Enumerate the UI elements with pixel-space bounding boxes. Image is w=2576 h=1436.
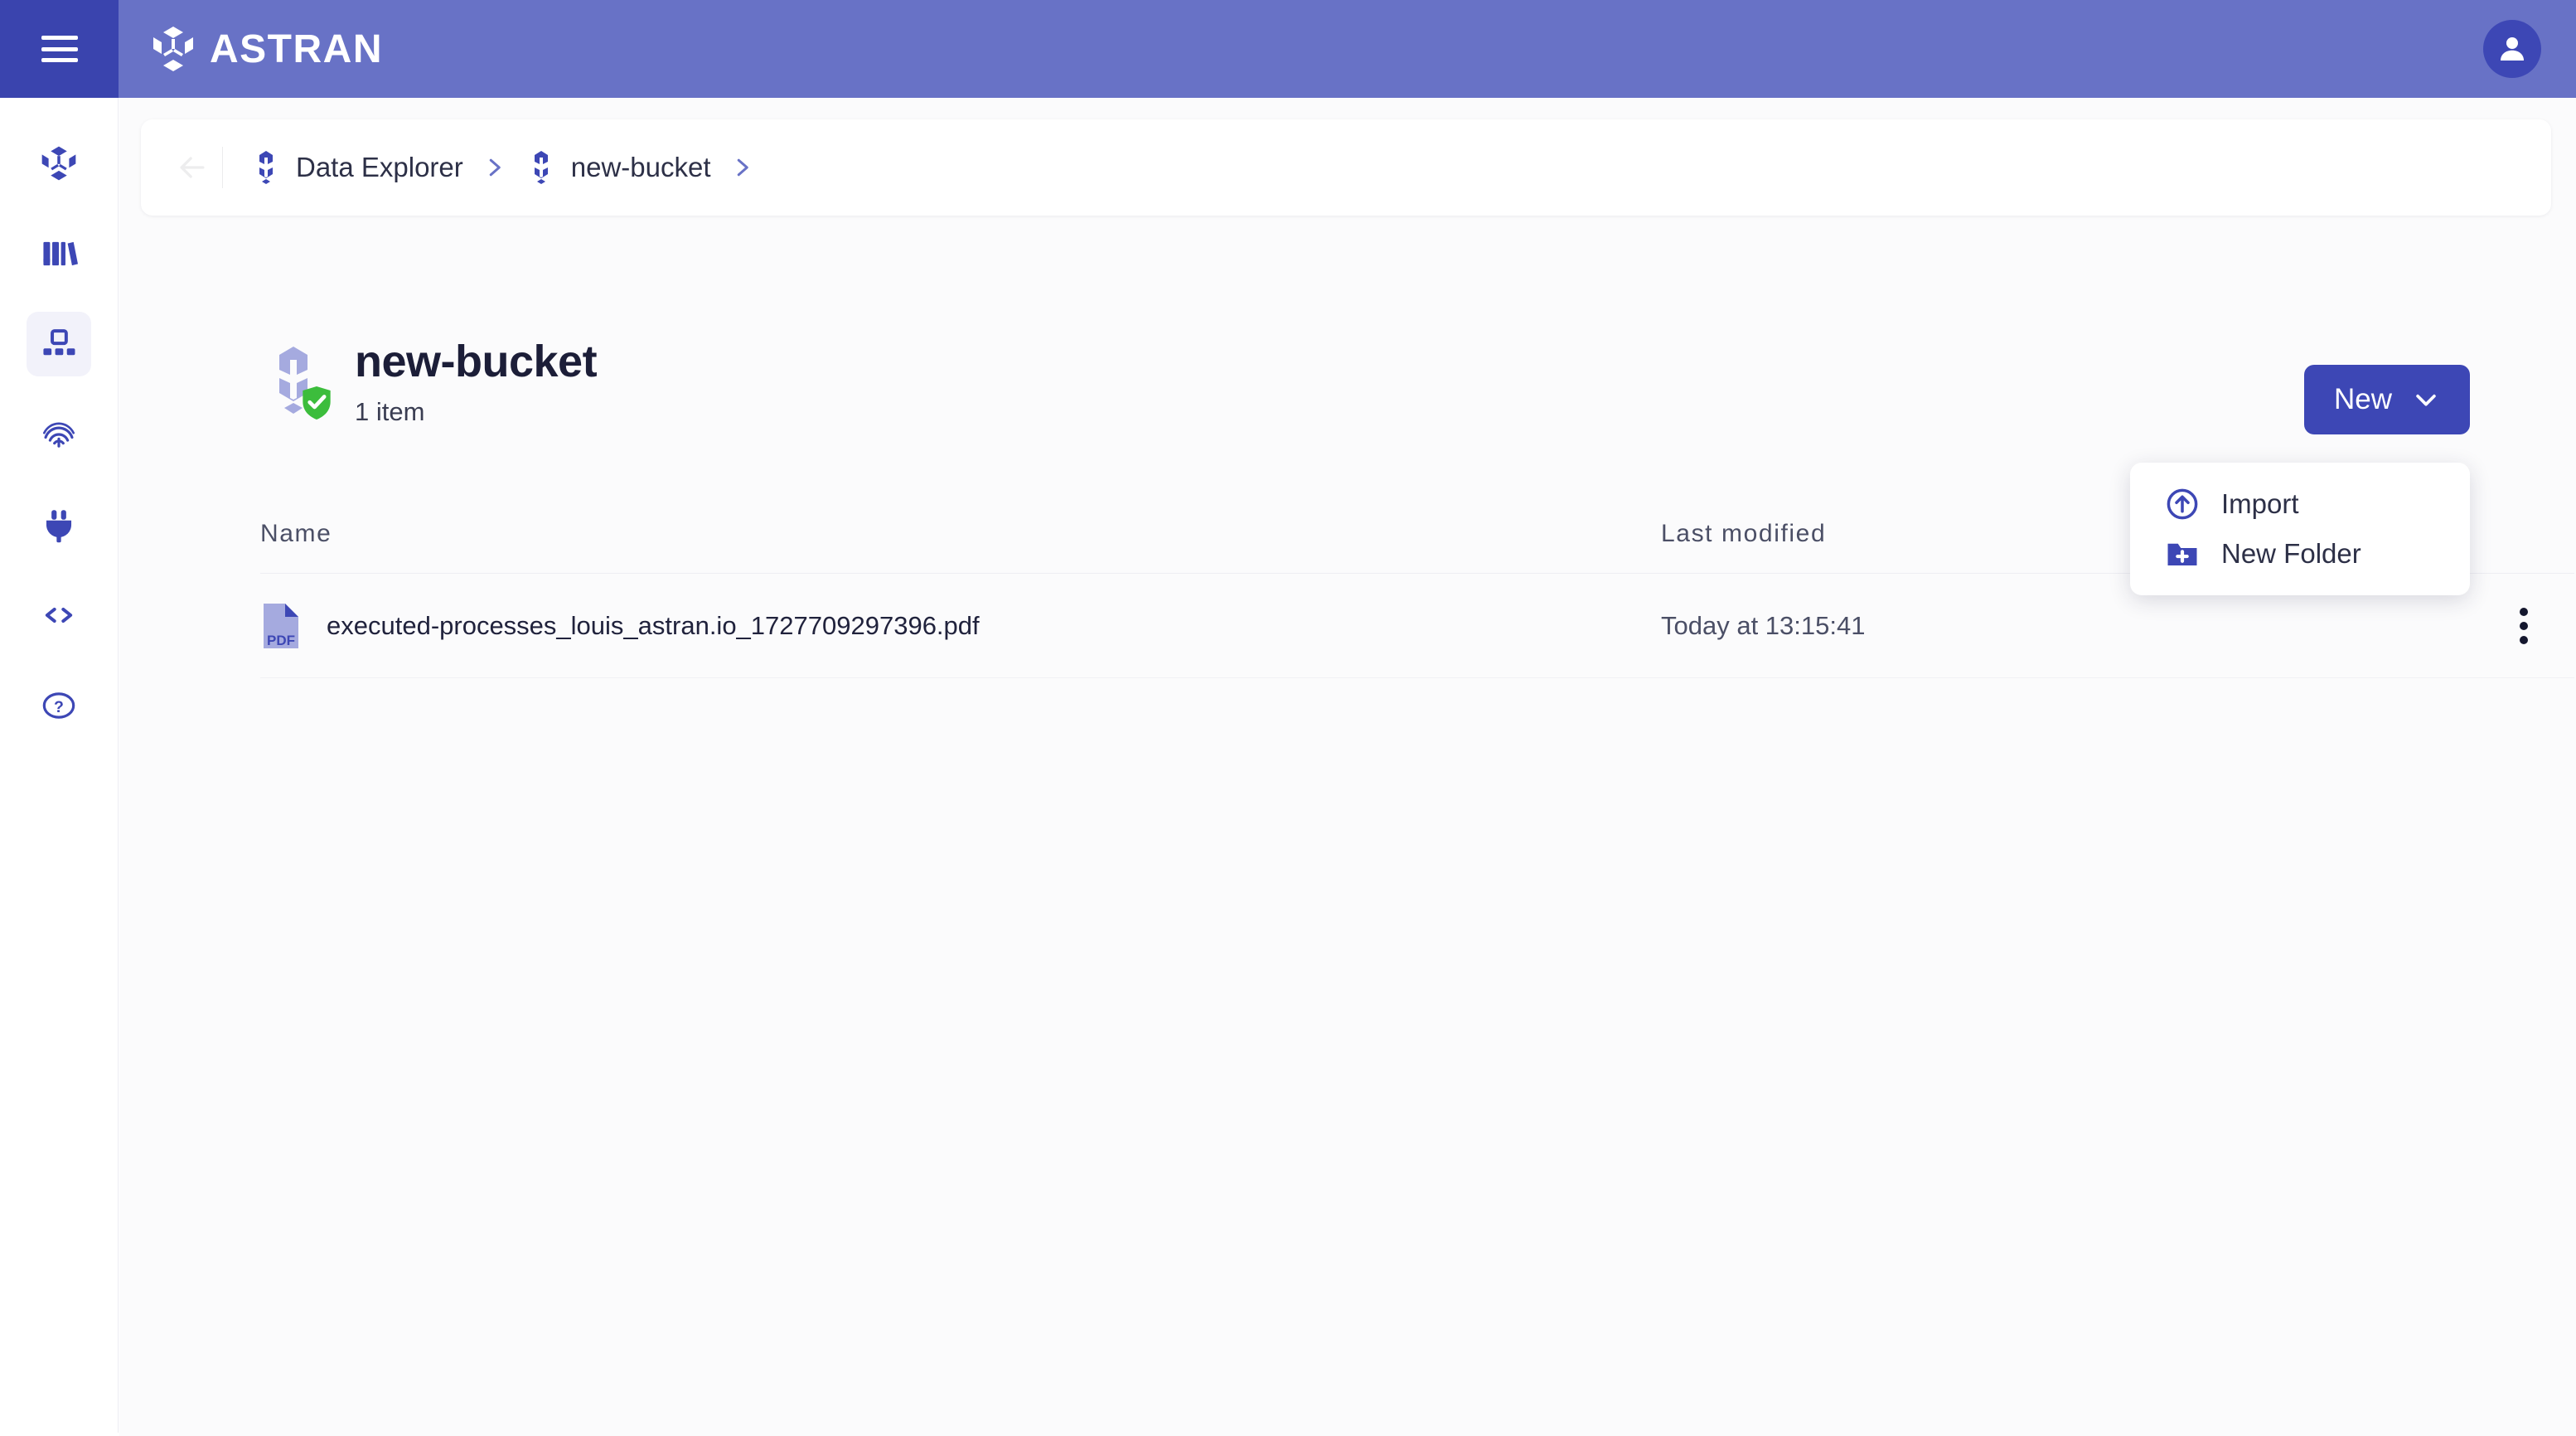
column-header-name: Name — [260, 519, 332, 547]
sidebar-item-library[interactable] — [27, 221, 91, 286]
back-button[interactable] — [169, 144, 215, 191]
breadcrumb-chevron-icon — [729, 153, 754, 182]
circle-arrow-up-icon — [2167, 488, 2198, 520]
hamburger-menu-button[interactable] — [0, 0, 119, 98]
svg-text:PDF: PDF — [267, 633, 295, 648]
sidebar-item-connectors[interactable] — [27, 492, 91, 557]
sidebar-item-data-explorer[interactable] — [27, 312, 91, 376]
page-header: new-bucket 1 item — [260, 337, 598, 427]
page-title: new-bucket — [355, 337, 598, 386]
hamburger-icon — [41, 36, 78, 62]
user-avatar-icon — [2501, 37, 2524, 61]
app-root: ASTRAN ? Data Explorer new-bucket new-bu… — [0, 0, 2576, 1436]
cell-actions — [2341, 604, 2574, 648]
breadcrumb-label: Data Explorer — [296, 152, 463, 182]
breadcrumb-item-data-explorer[interactable]: Data Explorer — [249, 149, 463, 186]
pdf-file-icon: PDF — [264, 603, 298, 648]
data-explorer-icon — [43, 329, 75, 356]
cell-last-modified: Today at 13:15:41 — [1661, 610, 1866, 640]
breadcrumb-divider — [222, 147, 223, 188]
avatar[interactable] — [2483, 20, 2541, 78]
arrow-left-icon — [180, 157, 205, 178]
sidebar-item-home[interactable] — [27, 131, 91, 196]
menu-item-new-folder[interactable]: New Folder — [2130, 529, 2470, 579]
astran-hexagon-icon — [41, 146, 76, 181]
hexagon-bucket-icon — [260, 343, 331, 420]
cell-name: PDF executed-processes_louis_astran.io_1… — [260, 602, 1661, 650]
code-brackets-icon — [45, 607, 73, 623]
new-dropdown-menu: Import New Folder — [2130, 463, 2470, 595]
plug-connector-icon — [46, 510, 72, 543]
menu-item-label: New Folder — [2221, 538, 2361, 569]
sidebar-item-developers[interactable] — [27, 583, 91, 648]
file-name: executed-processes_louis_astran.io_17277… — [327, 610, 980, 640]
fingerprint-icon — [42, 422, 75, 448]
top-header-bar: ASTRAN — [0, 0, 2576, 98]
breadcrumb-item-new-bucket[interactable]: new-bucket — [525, 149, 711, 186]
item-count: 1 item — [355, 396, 425, 426]
brand-logo-area[interactable]: ASTRAN — [152, 25, 383, 73]
main-content: Data Explorer new-bucket new-bucket 1 it… — [119, 98, 2576, 1436]
hexagon-icon — [534, 151, 548, 184]
menu-item-label: Import — [2221, 488, 2299, 519]
breadcrumb-label: new-bucket — [570, 152, 711, 182]
brand-name: ASTRAN — [210, 27, 383, 71]
menu-item-import[interactable]: Import — [2130, 479, 2470, 529]
new-button-label: New — [2333, 383, 2393, 415]
shield-check-icon — [303, 386, 331, 420]
breadcrumb-chevron-icon — [482, 153, 506, 182]
chevron-down-icon — [2416, 394, 2436, 406]
breadcrumb: Data Explorer new-bucket — [141, 119, 2551, 216]
new-button[interactable]: New — [2304, 365, 2470, 434]
sidebar-item-identity[interactable] — [27, 402, 91, 467]
help-circle-icon: ? — [42, 692, 75, 719]
more-vertical-icon[interactable] — [2501, 604, 2546, 648]
sidebar-nav: ? — [0, 98, 119, 1433]
svg-text:?: ? — [54, 698, 64, 716]
sidebar-item-help[interactable]: ? — [27, 673, 91, 738]
hexagon-icon — [259, 151, 273, 184]
folder-plus-icon — [2167, 543, 2197, 565]
astran-hexagon-logo — [153, 27, 193, 71]
books-library-icon — [43, 241, 78, 266]
